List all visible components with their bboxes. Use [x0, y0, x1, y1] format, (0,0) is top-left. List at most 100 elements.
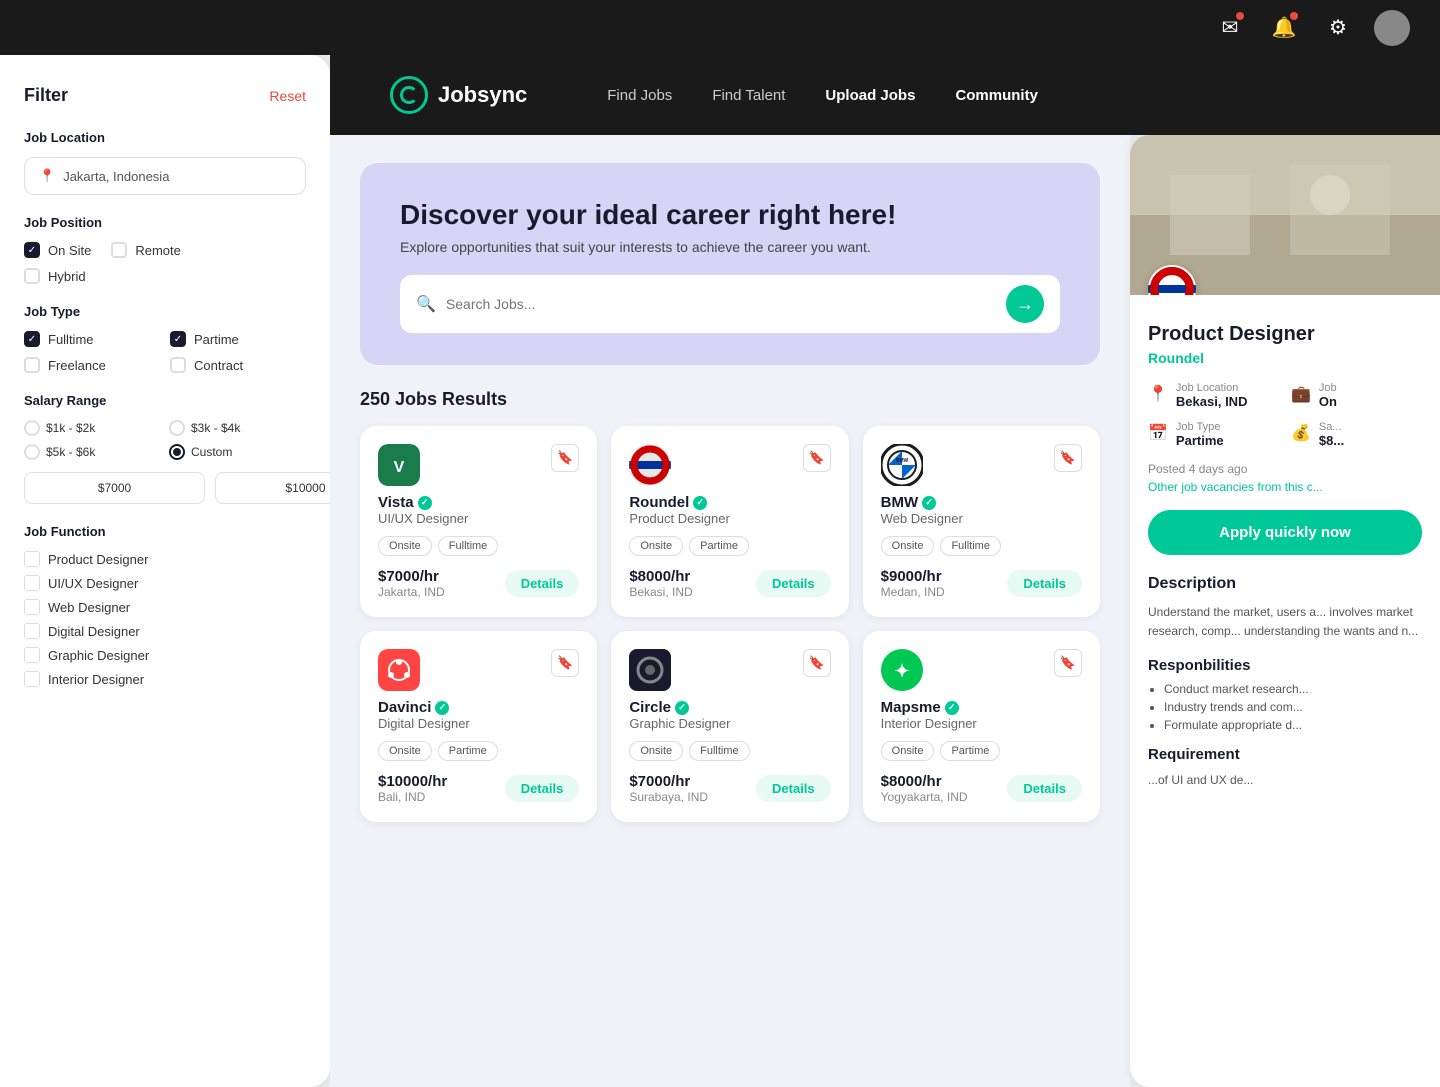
remote-option[interactable]: Remote [111, 242, 181, 258]
nav-find-talent[interactable]: Find Talent [712, 87, 785, 104]
bookmark-circle[interactable]: 🔖 [803, 649, 831, 677]
jf-interior-cb[interactable] [24, 671, 40, 687]
contract-checkbox[interactable] [170, 357, 186, 373]
onsite-label: On Site [48, 243, 91, 258]
logo-inner-circle [400, 86, 418, 104]
location-roundel: Bekasi, IND [629, 585, 692, 599]
salary-3k-radio[interactable] [169, 420, 185, 436]
bookmark-bmw[interactable]: 🔖 [1054, 444, 1082, 472]
hybrid-checkbox[interactable] [24, 268, 40, 284]
partime-checkbox[interactable] [170, 331, 186, 347]
salary-max-input[interactable] [215, 472, 330, 504]
freelance-option[interactable]: Freelance [24, 357, 160, 373]
jf-digital-cb[interactable] [24, 623, 40, 639]
bookmark-roundel[interactable]: 🔖 [803, 444, 831, 472]
tag-onsite-vista: Onsite [378, 536, 432, 556]
logo[interactable]: Jobsync [390, 76, 527, 114]
bookmark-vista[interactable]: 🔖 [551, 444, 579, 472]
search-input[interactable] [446, 296, 996, 312]
company-name-davinci: Davinci ✓ [378, 699, 579, 716]
job-position-label: Job Position [24, 215, 306, 230]
job-card-vista: V 🔖 Vista ✓ UI/UX Designer Onsite [360, 426, 597, 617]
salary-1k-2k[interactable]: $1k - $2k [24, 420, 161, 436]
remote-checkbox[interactable] [111, 242, 127, 258]
job2-meta-icon: 💼 [1291, 384, 1311, 404]
fulltime-checkbox[interactable] [24, 331, 40, 347]
salary-1k-label: $1k - $2k [46, 421, 95, 435]
search-button[interactable]: → [1006, 285, 1044, 323]
jf-interior-designer[interactable]: Interior Designer [24, 671, 306, 687]
svg-text:BMW: BMW [895, 458, 908, 464]
mapsme-logo: ✦ [881, 649, 923, 691]
nav-community[interactable]: Community [955, 87, 1038, 104]
partime-option[interactable]: Partime [170, 331, 306, 347]
job-location-section: Job Location 📍 Jakarta, Indonesia [24, 130, 306, 195]
jf-digital-designer[interactable]: Digital Designer [24, 623, 306, 639]
details-btn-roundel[interactable]: Details [756, 570, 831, 597]
rp-salary-meta: 💰 Sa... $8... [1291, 421, 1422, 448]
salary-5k-6k[interactable]: $5k - $6k [24, 444, 161, 460]
jf-web-cb[interactable] [24, 599, 40, 615]
job-title-roundel: Product Designer [629, 511, 830, 526]
jf-graphic-cb[interactable] [24, 647, 40, 663]
rp-body: Product Designer Roundel 📍 Job Location … [1130, 295, 1440, 825]
salary-custom[interactable]: Custom [169, 444, 306, 460]
details-btn-bmw[interactable]: Details [1007, 570, 1082, 597]
salary-3k-label: $3k - $4k [191, 421, 240, 435]
salary-custom-label: Custom [191, 445, 232, 459]
contract-option[interactable]: Contract [170, 357, 306, 373]
rp-other-jobs[interactable]: Other job vacancies from this c... [1148, 480, 1422, 494]
nav-upload-jobs[interactable]: Upload Jobs [825, 87, 915, 104]
jf-graphic-designer[interactable]: Graphic Designer [24, 647, 306, 663]
bookmark-davinci[interactable]: 🔖 [551, 649, 579, 677]
salary-5k-radio[interactable] [24, 444, 40, 460]
job-title-davinci: Digital Designer [378, 716, 579, 731]
freelance-checkbox[interactable] [24, 357, 40, 373]
details-btn-vista[interactable]: Details [505, 570, 580, 597]
jf-uiux-cb[interactable] [24, 575, 40, 591]
location-input[interactable]: 📍 Jakarta, Indonesia [24, 157, 306, 195]
filter-header: Filter Reset [24, 85, 306, 106]
jf-web-designer[interactable]: Web Designer [24, 599, 306, 615]
right-panel: Product Designer Roundel 📍 Job Location … [1130, 135, 1440, 1087]
fulltime-option[interactable]: Fulltime [24, 331, 160, 347]
salary-1k-radio[interactable] [24, 420, 40, 436]
salary-custom-radio[interactable] [169, 444, 185, 460]
message-icon[interactable]: ✉ [1212, 10, 1248, 46]
rp-description-text: Understand the market, users a... involv… [1148, 603, 1422, 641]
davinci-logo [378, 649, 420, 691]
onsite-option[interactable]: On Site [24, 242, 91, 258]
nav-find-jobs[interactable]: Find Jobs [607, 87, 672, 104]
details-btn-davinci[interactable]: Details [505, 775, 580, 802]
verified-roundel: ✓ [693, 496, 707, 510]
hybrid-option[interactable]: Hybrid [24, 268, 86, 284]
job-card-roundel: 🔖 Roundel ✓ Product Designer Onsite Part… [611, 426, 848, 617]
notification-icon[interactable]: 🔔 [1266, 10, 1302, 46]
salary-3k-4k[interactable]: $3k - $4k [169, 420, 306, 436]
details-btn-circle[interactable]: Details [756, 775, 831, 802]
salary-mapsme: $8000/hr [881, 773, 968, 790]
rp-job-title: Product Designer [1148, 323, 1422, 346]
center-panel: Discover your ideal career right here! E… [330, 135, 1130, 1087]
job-function-list: Product Designer UI/UX Designer Web Desi… [24, 551, 306, 687]
avatar[interactable] [1374, 10, 1410, 46]
settings-icon[interactable]: ⚙ [1320, 10, 1356, 46]
jf-product-designer[interactable]: Product Designer [24, 551, 306, 567]
rp-jobtype-meta: 📅 Job Type Partime [1148, 421, 1279, 448]
onsite-checkbox[interactable] [24, 242, 40, 258]
bookmark-mapsme[interactable]: 🔖 [1054, 649, 1082, 677]
company-name-roundel: Roundel ✓ [629, 494, 830, 511]
bmw-logo: BMW [881, 444, 923, 486]
jf-product-cb[interactable] [24, 551, 40, 567]
jf-uiux-designer[interactable]: UI/UX Designer [24, 575, 306, 591]
salary-min-input[interactable] [24, 472, 205, 504]
remote-label: Remote [135, 243, 181, 258]
location-davinci: Bali, IND [378, 790, 447, 804]
sidebar: Filter Reset Job Location 📍 Jakarta, Ind… [0, 55, 330, 1087]
company-name-bmw: BMW ✓ [881, 494, 1082, 511]
reset-button[interactable]: Reset [269, 88, 306, 104]
job-card-mapsme: ✦ 🔖 Mapsme ✓ Interior Designer Onsite [863, 631, 1100, 822]
details-btn-mapsme[interactable]: Details [1007, 775, 1082, 802]
apply-button[interactable]: Apply quickly now [1148, 510, 1422, 555]
location-value: Jakarta, Indonesia [63, 169, 169, 184]
